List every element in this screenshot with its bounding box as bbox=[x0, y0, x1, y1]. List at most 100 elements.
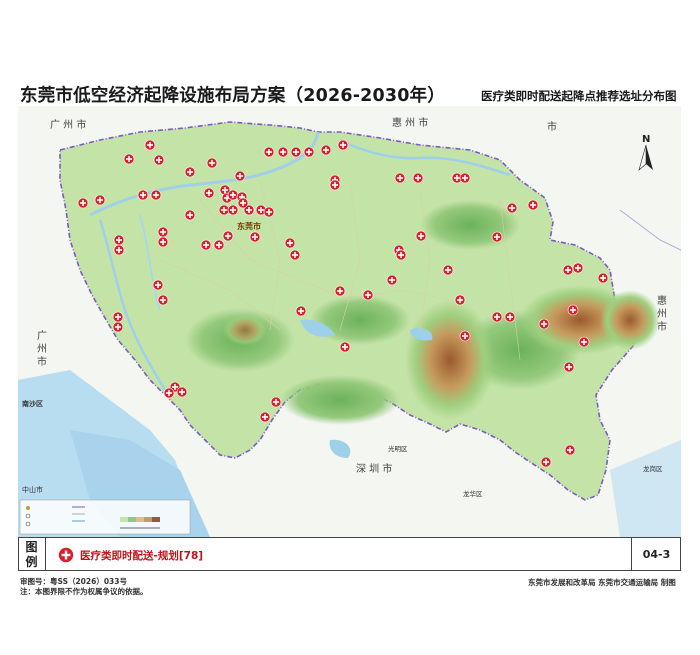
medical-delivery-point-marker[interactable] bbox=[386, 274, 398, 286]
medical-delivery-point-marker[interactable] bbox=[597, 272, 609, 284]
medical-delivery-point-marker[interactable] bbox=[227, 189, 239, 201]
medical-delivery-point-marker[interactable] bbox=[412, 172, 424, 184]
medical-delivery-point-marker[interactable] bbox=[506, 202, 518, 214]
medical-delivery-point-marker[interactable] bbox=[270, 396, 282, 408]
marker-cross-h bbox=[266, 151, 272, 153]
medical-delivery-point-marker[interactable] bbox=[562, 264, 574, 276]
medical-delivery-point-marker[interactable] bbox=[157, 226, 169, 238]
medical-delivery-point-marker[interactable] bbox=[112, 311, 124, 323]
medical-delivery-point-marker[interactable] bbox=[184, 209, 196, 221]
medical-delivery-point-marker[interactable] bbox=[123, 153, 135, 165]
map-subtitle: 医疗类即时配送起降点推荐选址分布图 bbox=[481, 89, 677, 103]
medical-delivery-point-marker[interactable] bbox=[206, 157, 218, 169]
medical-delivery-point-marker[interactable] bbox=[540, 456, 552, 468]
medical-delivery-point-marker[interactable] bbox=[454, 294, 466, 306]
marker-cross-h bbox=[115, 326, 121, 328]
medical-delivery-point-marker[interactable] bbox=[137, 189, 149, 201]
medical-delivery-point-marker[interactable] bbox=[415, 230, 427, 242]
medical-delivery-point-marker[interactable] bbox=[277, 146, 289, 158]
medical-delivery-point-marker[interactable] bbox=[564, 444, 576, 456]
medical-delivery-point-marker[interactable] bbox=[249, 231, 261, 243]
medical-delivery-point-marker[interactable] bbox=[144, 139, 156, 151]
marker-cross-h bbox=[457, 299, 463, 301]
medical-delivery-point-marker[interactable] bbox=[150, 189, 162, 201]
medical-delivery-point-marker[interactable] bbox=[442, 264, 454, 276]
map-inset-legend bbox=[19, 499, 191, 535]
medical-delivery-point-marker[interactable] bbox=[290, 146, 302, 158]
producer-credit: 东莞市发展和改革局 东莞市交通运输局 制图 bbox=[528, 578, 676, 587]
marker-cross-h bbox=[222, 189, 228, 191]
marker-cross-h bbox=[340, 144, 346, 146]
marker-cross-h bbox=[187, 171, 193, 173]
medical-delivery-point-marker[interactable] bbox=[218, 204, 230, 216]
medical-delivery-point-marker[interactable] bbox=[153, 154, 165, 166]
marker-cross-h bbox=[225, 235, 231, 237]
medical-delivery-point-marker[interactable] bbox=[184, 166, 196, 178]
medical-delivery-point-marker[interactable] bbox=[152, 279, 164, 291]
medical-delivery-point-marker[interactable] bbox=[491, 311, 503, 323]
medical-delivery-point-marker[interactable] bbox=[504, 311, 516, 323]
medical-delivery-point-marker[interactable] bbox=[337, 139, 349, 151]
marker-cross-h bbox=[543, 461, 549, 463]
medical-delivery-point-marker[interactable] bbox=[213, 239, 225, 251]
medical-delivery-point-marker[interactable] bbox=[237, 197, 249, 209]
marker-cross-h bbox=[600, 277, 606, 279]
map-area[interactable]: N 广 州 市 惠 州 市 市 广 州 市 南沙区 中山市 深 圳 市 光明区 … bbox=[18, 106, 681, 537]
medical-delivery-point-marker[interactable] bbox=[203, 187, 215, 199]
medical-delivery-point-marker[interactable] bbox=[567, 304, 579, 316]
marker-cross-h bbox=[567, 449, 573, 451]
map-code: 04-3 bbox=[631, 538, 681, 571]
label-nansha: 南沙区 bbox=[22, 399, 43, 408]
medical-delivery-point-marker[interactable] bbox=[295, 305, 307, 317]
medical-delivery-point-marker[interactable] bbox=[572, 262, 584, 274]
map-svg: N 广 州 市 惠 州 市 市 广 州 市 南沙区 中山市 深 圳 市 光明区 … bbox=[18, 106, 681, 537]
medical-delivery-point-marker[interactable] bbox=[112, 321, 124, 333]
marker-cross-h bbox=[454, 177, 460, 179]
medical-delivery-point-marker[interactable] bbox=[459, 172, 471, 184]
medical-delivery-point-marker[interactable] bbox=[157, 236, 169, 248]
legend-label-line2: 例 bbox=[25, 555, 38, 569]
medical-delivery-point-marker[interactable] bbox=[157, 294, 169, 306]
medical-delivery-point-marker[interactable] bbox=[176, 386, 188, 398]
north-label: N bbox=[642, 134, 650, 145]
medical-delivery-point-marker[interactable] bbox=[491, 231, 503, 243]
medical-delivery-point-marker[interactable] bbox=[320, 144, 332, 156]
marker-cross-h bbox=[530, 204, 536, 206]
medical-delivery-point-marker[interactable] bbox=[222, 230, 234, 242]
medical-delivery-point-marker[interactable] bbox=[284, 237, 296, 249]
marker-cross-h bbox=[262, 416, 268, 418]
medical-delivery-point-marker[interactable] bbox=[395, 249, 407, 261]
medical-delivery-point-marker[interactable] bbox=[113, 244, 125, 256]
boundary-note: 注：本图界限不作为权属争议的依据。 bbox=[20, 587, 148, 596]
medical-delivery-point-marker[interactable] bbox=[394, 172, 406, 184]
marker-cross-h bbox=[570, 309, 576, 311]
medical-delivery-point-marker[interactable] bbox=[113, 234, 125, 246]
medical-delivery-point-marker[interactable] bbox=[303, 146, 315, 158]
medical-delivery-point-marker[interactable] bbox=[263, 146, 275, 158]
label-zhongshan: 中山市 bbox=[22, 485, 43, 494]
medical-delivery-point-marker[interactable] bbox=[329, 179, 341, 191]
medical-delivery-point-marker[interactable] bbox=[77, 197, 89, 209]
medical-delivery-point-marker[interactable] bbox=[163, 387, 175, 399]
medical-delivery-point-marker[interactable] bbox=[362, 289, 374, 301]
medical-delivery-point-marker[interactable] bbox=[334, 285, 346, 297]
marker-cross-h bbox=[418, 235, 424, 237]
medical-delivery-point-marker[interactable] bbox=[94, 194, 106, 206]
medical-delivery-point-marker[interactable] bbox=[578, 336, 590, 348]
medical-delivery-point-marker[interactable] bbox=[527, 199, 539, 211]
marker-cross-h bbox=[280, 151, 286, 153]
medical-delivery-point-marker[interactable] bbox=[339, 341, 351, 353]
medical-delivery-point-marker[interactable] bbox=[227, 204, 239, 216]
marker-cross-h bbox=[230, 209, 236, 211]
medical-delivery-point-marker[interactable] bbox=[289, 249, 301, 261]
medical-delivery-point-marker[interactable] bbox=[200, 239, 212, 251]
medical-delivery-point-marker[interactable] bbox=[234, 170, 246, 182]
medical-delivery-point-marker[interactable] bbox=[459, 330, 471, 342]
marker-cross-h bbox=[187, 214, 193, 216]
medical-delivery-point-marker[interactable] bbox=[538, 318, 550, 330]
marker-cross-h bbox=[160, 299, 166, 301]
medical-delivery-point-marker[interactable] bbox=[263, 206, 275, 218]
marker-cross-h bbox=[160, 241, 166, 243]
medical-delivery-point-marker[interactable] bbox=[563, 361, 575, 373]
medical-delivery-point-marker[interactable] bbox=[259, 411, 271, 423]
